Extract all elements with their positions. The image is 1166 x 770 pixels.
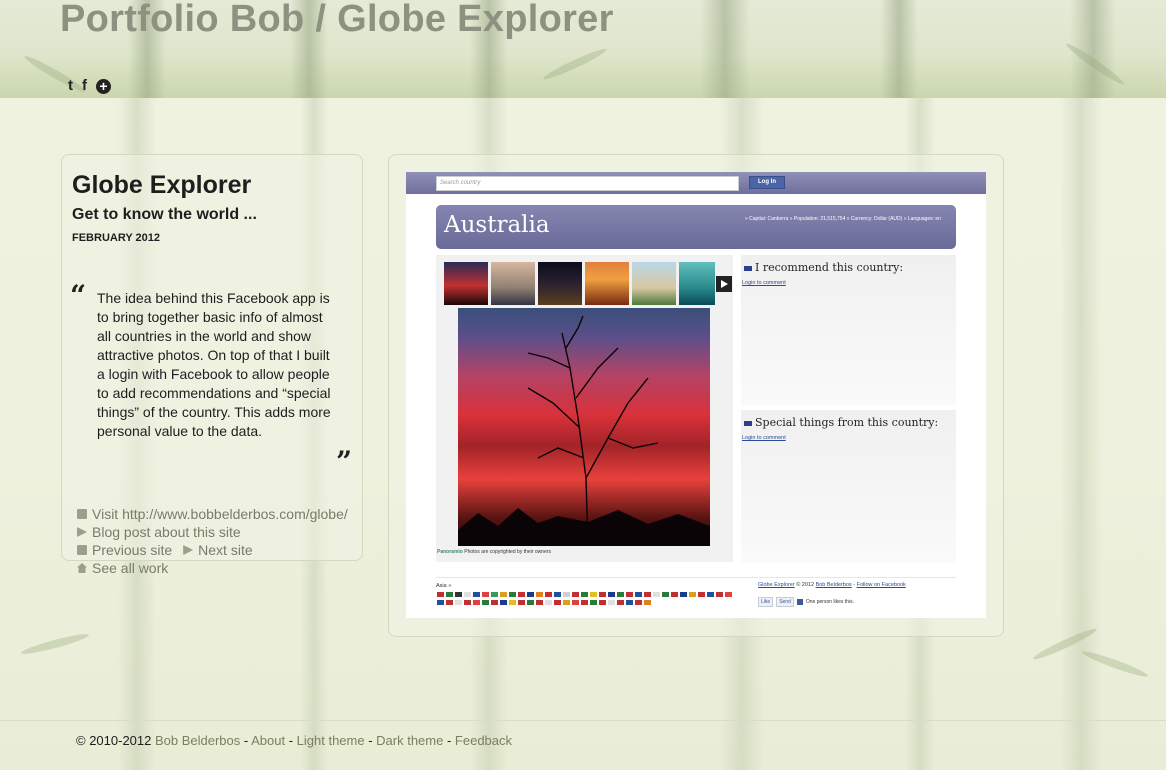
photo-thumbnail[interactable] xyxy=(632,262,676,305)
panoramio-logo: Panoramio xyxy=(437,549,463,555)
photo-thumbnail[interactable] xyxy=(444,262,488,305)
photo-credit: Panoramio Photos are copyrighted by thei… xyxy=(437,549,551,555)
like-button[interactable]: Like xyxy=(758,597,774,607)
main-photo xyxy=(458,308,710,546)
footer-author-link[interactable]: Bob Belderbos xyxy=(155,733,240,748)
photo-thumbnail[interactable] xyxy=(491,262,535,305)
previous-site-link[interactable]: Previous site xyxy=(92,541,172,559)
facebook-icon xyxy=(796,599,803,605)
photo-thumbnail[interactable] xyxy=(538,262,582,305)
next-arrow-icon[interactable] xyxy=(716,276,732,292)
app-footer-credit: Globe Explorer © 2012 Bob Belderbos - Fo… xyxy=(758,582,906,588)
facebook-like-row: Like Send One person likes this. xyxy=(758,597,854,607)
special-login-link[interactable]: Login to comment xyxy=(742,435,786,441)
home-icon xyxy=(77,563,87,573)
twitter-icon[interactable]: t xyxy=(68,78,73,94)
globe-icon xyxy=(77,509,87,519)
australia-flag-icon xyxy=(744,420,752,426)
footer-light-theme-link[interactable]: Light theme xyxy=(297,733,365,748)
recommend-login-link[interactable]: Login to comment xyxy=(742,280,786,286)
footer-separator: - xyxy=(443,733,455,748)
app-topbar: Search country Log In xyxy=(406,172,986,194)
country-facts: » Capital: Canberra » Population: 21,515… xyxy=(745,216,941,222)
send-button[interactable]: Send xyxy=(776,597,794,607)
site-header: Portfolio Bob / Globe Explorer t f + xyxy=(0,0,1166,98)
open-quote-icon: “ xyxy=(70,279,87,312)
recommend-box: I recommend this country: Login to comme… xyxy=(741,255,956,405)
previous-icon xyxy=(77,545,87,555)
app-footer-separator: - xyxy=(853,582,856,588)
photo-thumbnail[interactable] xyxy=(585,262,629,305)
plus-icon[interactable]: + xyxy=(96,78,111,94)
app-login-button[interactable]: Log In xyxy=(749,176,785,189)
close-quote-icon: ” xyxy=(336,445,353,478)
see-all-work-link[interactable]: See all work xyxy=(92,559,168,577)
footer-separator: - xyxy=(240,733,252,748)
app-name-link[interactable]: Globe Explorer xyxy=(758,582,795,588)
social-links: t f + xyxy=(68,78,111,94)
special-things-box: Special things from this country: Login … xyxy=(741,410,956,562)
project-info-panel: Globe Explorer Get to know the world ...… xyxy=(61,154,363,576)
footer-dark-theme-link[interactable]: Dark theme xyxy=(376,733,443,748)
country-header: Australia » Capital: Canberra » Populati… xyxy=(436,205,956,249)
arrow-icon xyxy=(77,527,87,537)
project-description: The idea behind this Facebook app is to … xyxy=(97,290,331,439)
footer-divider xyxy=(0,720,1166,721)
next-icon xyxy=(183,545,194,555)
likes-count-text: One person likes this. xyxy=(805,599,854,605)
app-author-link[interactable]: Bob Belderbos xyxy=(816,582,852,588)
footer-about-link[interactable]: About xyxy=(251,733,285,748)
special-title-text: Special things from this country: xyxy=(755,416,939,429)
facebook-icon[interactable]: f xyxy=(82,78,87,94)
tree-silhouette-icon xyxy=(458,315,710,546)
app-footer: Asia » Globe Explorer © 2012 Bob Belderb… xyxy=(436,577,956,618)
project-date: FEBRUARY 2012 xyxy=(72,232,161,244)
footer-separator: - xyxy=(285,733,297,748)
photo-thumbnail[interactable] xyxy=(679,262,715,305)
next-site-link[interactable]: Next site xyxy=(198,541,252,559)
photo-area: Panoramio Photos are copyrighted by thei… xyxy=(436,255,733,562)
australia-flag-icon xyxy=(744,265,752,271)
app-screenshot[interactable]: Search country Log In Australia » Capita… xyxy=(406,172,986,618)
app-search-input[interactable]: Search country xyxy=(436,176,739,191)
photo-credit-text: Photos are copyrighted by their owners xyxy=(464,549,551,555)
project-subtitle: Get to know the world ... xyxy=(72,206,257,223)
visit-site-link[interactable]: Visit http://www.bobbelderbos.com/globe/ xyxy=(92,505,348,523)
site-footer: © 2010-2012 Bob Belderbos - About - Ligh… xyxy=(76,733,512,748)
special-title: Special things from this country: xyxy=(744,416,938,429)
project-links: Visit http://www.bobbelderbos.com/globe/… xyxy=(77,505,348,577)
follow-facebook-link[interactable]: Follow on Facebook xyxy=(857,582,906,588)
project-title: Globe Explorer xyxy=(72,171,252,199)
app-copyright: © 2012 xyxy=(796,582,815,588)
site-title[interactable]: Portfolio Bob / Globe Explorer xyxy=(60,0,614,41)
country-name: Australia xyxy=(444,212,550,238)
footer-feedback-link[interactable]: Feedback xyxy=(455,733,512,748)
footer-separator: - xyxy=(364,733,377,748)
recommend-title-text: I recommend this country: xyxy=(755,261,904,274)
region-label[interactable]: Asia » xyxy=(436,583,451,589)
recommend-title: I recommend this country: xyxy=(744,261,903,274)
blog-post-link[interactable]: Blog post about this site xyxy=(92,523,241,541)
footer-copyright: © 2010-2012 xyxy=(76,733,152,748)
